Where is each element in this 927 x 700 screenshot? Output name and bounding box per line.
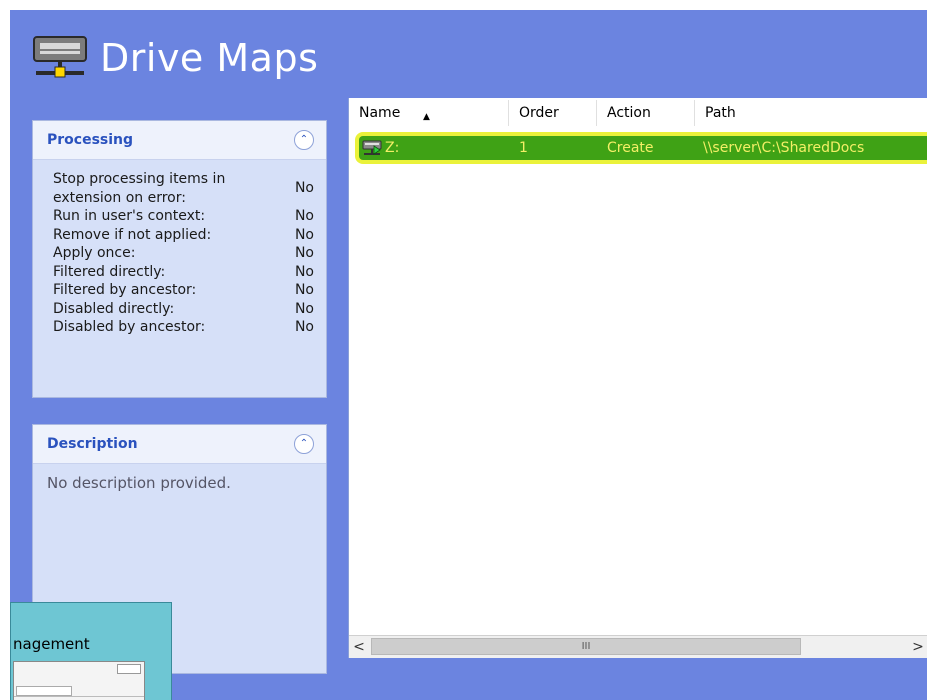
property-value: No [294, 208, 314, 224]
property-value: No [294, 282, 314, 298]
table-row[interactable]: Z: 1 Create \\server\C:\SharedDocs [359, 136, 927, 160]
property-value: No [294, 263, 314, 280]
property-row: Run in user's context: No [53, 207, 318, 226]
row-order: 1 [519, 140, 528, 156]
page-title: Drive Maps [100, 36, 319, 80]
scroll-right-icon[interactable]: > [908, 636, 927, 658]
row-name: Z: [385, 140, 400, 156]
property-value: No [294, 245, 314, 261]
property-label: Disabled directly: [53, 300, 175, 317]
property-label: Remove if not applied: [53, 226, 212, 243]
window-controls-icon [117, 664, 141, 674]
property-row: Filtered directly: No [53, 263, 318, 282]
property-value: No [294, 180, 314, 197]
property-label: Filtered by ancestor: [53, 282, 197, 298]
double-chevron-up-icon[interactable]: ⌃ [294, 130, 314, 150]
preview-divider [14, 696, 144, 697]
property-row: Apply once: No [53, 244, 318, 263]
header: Drive Maps [30, 28, 318, 88]
mapped-drive-icon [362, 140, 382, 155]
scrollbar-thumb[interactable]: III [371, 638, 801, 655]
scroll-left-icon[interactable]: < [349, 636, 369, 658]
sort-ascending-icon: ▲ [423, 112, 430, 122]
column-header-order[interactable]: Order [509, 100, 597, 126]
processing-properties: Stop processing items in extension on er… [33, 160, 326, 337]
property-row: Stop processing items in extension on er… [53, 170, 318, 207]
thumbnail-title: nagement [13, 635, 90, 653]
horizontal-scrollbar[interactable]: < III > [349, 635, 927, 658]
column-headers: Name ▲ Order Action Path [349, 100, 927, 126]
background-window-thumbnail[interactable]: nagement [10, 602, 172, 700]
property-value: No [294, 319, 314, 335]
property-label: Apply once: [53, 245, 136, 261]
column-header-action[interactable]: Action [597, 100, 695, 126]
property-label: Run in user's context: [53, 208, 206, 224]
preview-tabs [16, 686, 72, 696]
property-row: Remove if not applied: No [53, 226, 318, 245]
double-chevron-up-icon[interactable]: ⌃ [294, 434, 314, 454]
property-label: Filtered directly: [53, 263, 166, 280]
drive-maps-list: Name ▲ Order Action Path Z: 1 Create \\s… [348, 98, 927, 658]
property-value: No [294, 300, 314, 317]
column-header-path[interactable]: Path [695, 100, 927, 126]
thumbnail-preview [13, 661, 145, 700]
property-label: Stop processing items in extension on er… [53, 171, 226, 206]
description-panel-title: Description [47, 436, 138, 452]
property-row: Filtered by ancestor: No [53, 281, 318, 300]
left-margin [0, 0, 10, 700]
row-path: \\server\C:\SharedDocs [703, 140, 865, 156]
drive-maps-window: Drive Maps Processing ⌃ Stop processing … [10, 10, 927, 700]
description-text: No description provided. [47, 474, 231, 492]
property-label: Disabled by ancestor: [53, 319, 206, 335]
column-header-name[interactable]: Name ▲ [349, 100, 509, 126]
processing-panel-title: Processing [47, 132, 134, 148]
network-drive-icon [33, 36, 87, 78]
row-action: Create [607, 140, 654, 156]
property-row: Disabled directly: No [53, 300, 318, 319]
processing-panel: Processing ⌃ Stop processing items in ex… [32, 120, 327, 398]
processing-panel-header[interactable]: Processing ⌃ [33, 121, 326, 160]
description-panel-header[interactable]: Description ⌃ [33, 425, 326, 464]
property-row: Disabled by ancestor: No [53, 318, 318, 337]
property-value: No [294, 226, 314, 243]
